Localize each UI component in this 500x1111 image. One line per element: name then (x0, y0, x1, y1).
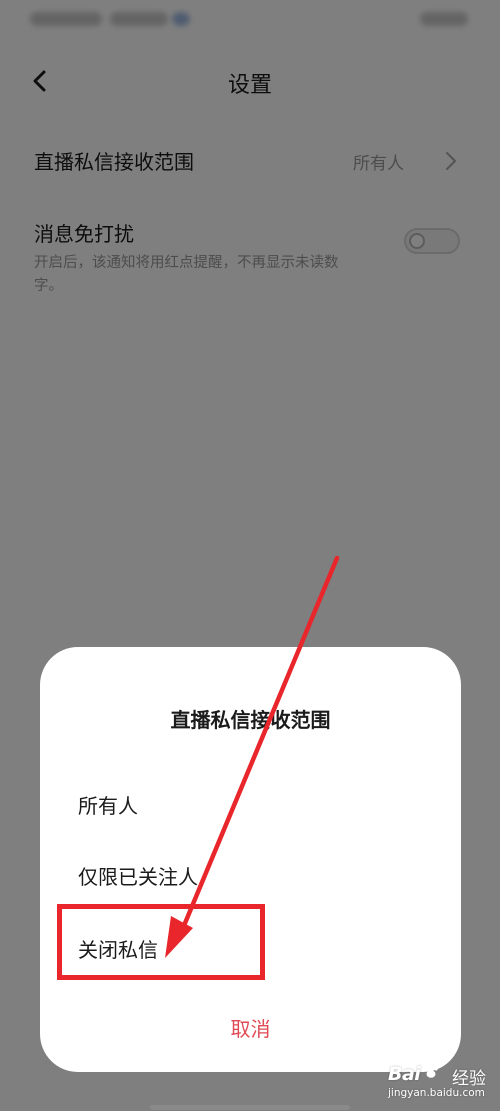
watermark-brand-suffix: 经验 (452, 1069, 486, 1089)
baidu-watermark: Bai 经验 jingyan.baidu.com (388, 1061, 486, 1105)
cancel-button[interactable]: 取消 (40, 1013, 461, 1042)
dm-range-dialog: 直播私信接收范围 所有人 仅限已关注人 关闭私信 取消 (40, 647, 461, 1072)
option-everyone[interactable]: 所有人 (78, 790, 138, 819)
home-indicator (150, 1105, 350, 1110)
watermark-brand: Bai (388, 1063, 421, 1085)
watermark-url: jingyan.baidu.com (388, 1087, 485, 1099)
paw-icon (422, 1061, 440, 1085)
option-followed-only[interactable]: 仅限已关注人 (78, 861, 198, 890)
dialog-title: 直播私信接收范围 (170, 708, 331, 732)
highlight-box (57, 904, 265, 980)
